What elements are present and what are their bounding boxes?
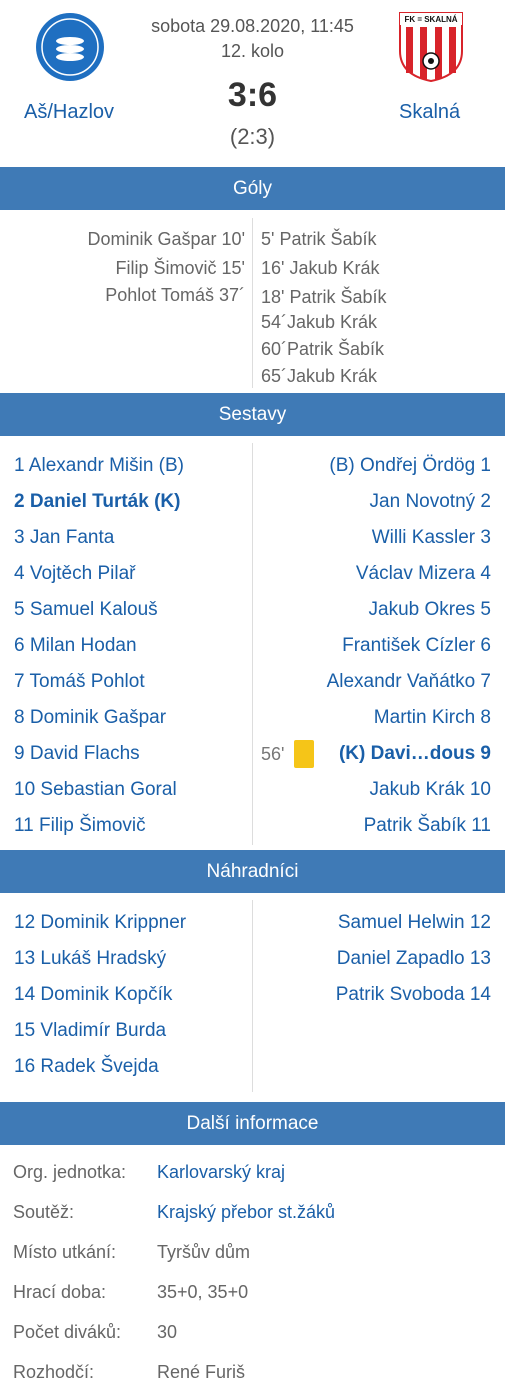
away-goal: 54´Jakub Krák	[261, 312, 378, 332]
away-goal: 60´Patrik Šabík	[261, 339, 385, 359]
home-goal: Filip Šimovič 15'	[115, 258, 245, 278]
home-sub[interactable]: 13 Lukáš Hradský	[14, 948, 166, 970]
home-player[interactable]: 3 Jan Fanta	[14, 527, 114, 549]
away-sub[interactable]: Samuel Helwin 12	[338, 912, 491, 934]
referee-label: Rozhodčí:	[13, 1362, 95, 1382]
home-player[interactable]: 9 David Flachs	[14, 743, 140, 765]
away-goal: 16' Jakub Krák	[261, 258, 380, 278]
halftime-score: (2:3)	[229, 124, 276, 149]
spectators-value: 30	[157, 1322, 178, 1342]
away-sub[interactable]: Daniel Zapadlo 13	[337, 948, 491, 970]
spectators-label: Počet diváků:	[13, 1322, 122, 1342]
home-player[interactable]: 1 Alexandr Mišin (B)	[14, 455, 184, 477]
away-sub[interactable]: Patrik Svoboda 14	[336, 984, 491, 1006]
subs-section-header: Náhradníci	[0, 850, 505, 893]
home-player[interactable]: 7 Tomáš Pohlot	[14, 671, 145, 693]
home-player[interactable]: 6 Milan Hodan	[14, 635, 137, 657]
goals-divider	[252, 218, 253, 388]
home-player-captain[interactable]: 2 Daniel Turták (K)	[14, 491, 180, 513]
away-player[interactable]: Jan Novotný 2	[370, 491, 491, 513]
home-goal: Dominik Gašpar 10'	[87, 229, 246, 249]
away-player[interactable]: Alexandr Vaňátko 7	[327, 671, 491, 693]
away-team-name[interactable]: Skalná	[399, 101, 460, 124]
away-player[interactable]: Willi Kassler 3	[372, 527, 491, 549]
away-player[interactable]: Jakub Krák 10	[370, 779, 491, 801]
away-player[interactable]: Jakub Okres 5	[369, 599, 492, 621]
subs-divider	[252, 900, 253, 1092]
org-label: Org. jednotka:	[13, 1162, 127, 1182]
home-goal: Pohlot Tomáš 37´	[105, 285, 245, 305]
away-player-captain[interactable]: (K) Davi…dous 9	[339, 743, 491, 765]
org-value-link[interactable]: Karlovarský kraj	[157, 1162, 285, 1183]
venue-value: Tyršův dům	[157, 1242, 251, 1262]
competition-value-link[interactable]: Krajský přebor st.žáků	[157, 1202, 335, 1223]
referee-value: René Furiš	[157, 1362, 246, 1382]
play-time-label: Hrací doba:	[13, 1282, 107, 1302]
venue-label: Místo utkání:	[13, 1242, 117, 1262]
away-logo[interactable]: FK = SKALNÁ	[398, 11, 464, 83]
away-player[interactable]: Patrik Šabík 11	[364, 815, 491, 837]
home-player[interactable]: 8 Dominik Gašpar	[14, 707, 166, 729]
home-sub[interactable]: 16 Radek Švejda	[14, 1056, 159, 1078]
home-sub[interactable]: 14 Dominik Kopčík	[14, 984, 172, 1006]
home-player[interactable]: 4 Vojtěch Pilař	[14, 563, 135, 585]
away-player[interactable]: (B) Ondřej Ördög 1	[329, 455, 491, 477]
away-player[interactable]: Martin Kirch 8	[374, 707, 491, 729]
goals-section-header: Góly	[0, 167, 505, 210]
svg-text:FK = SKALNÁ: FK = SKALNÁ	[404, 15, 457, 24]
card-minute: 56'	[261, 744, 285, 764]
home-player[interactable]: 11 Filip Šimovič	[14, 815, 146, 837]
play-time-value: 35+0, 35+0	[157, 1282, 249, 1302]
away-goal: 18' Patrik Šabík	[261, 287, 387, 307]
home-sub[interactable]: 15 Vladimír Burda	[14, 1020, 166, 1042]
home-sub[interactable]: 12 Dominik Krippner	[14, 912, 186, 934]
away-player[interactable]: František Cízler 6	[342, 635, 491, 657]
away-goal: 65´Jakub Krák	[261, 366, 378, 386]
info-section-header: Další informace	[0, 1102, 505, 1145]
home-player[interactable]: 10 Sebastian Goral	[14, 779, 177, 801]
away-player[interactable]: Václav Mizera 4	[356, 563, 491, 585]
lineups-section-header: Sestavy	[0, 393, 505, 436]
home-player[interactable]: 5 Samuel Kalouš	[14, 599, 158, 621]
away-goal: 5' Patrik Šabík	[261, 229, 377, 249]
yellow-card-icon	[294, 740, 314, 768]
competition-label: Soutěž:	[13, 1202, 75, 1222]
lineups-divider	[252, 443, 253, 845]
